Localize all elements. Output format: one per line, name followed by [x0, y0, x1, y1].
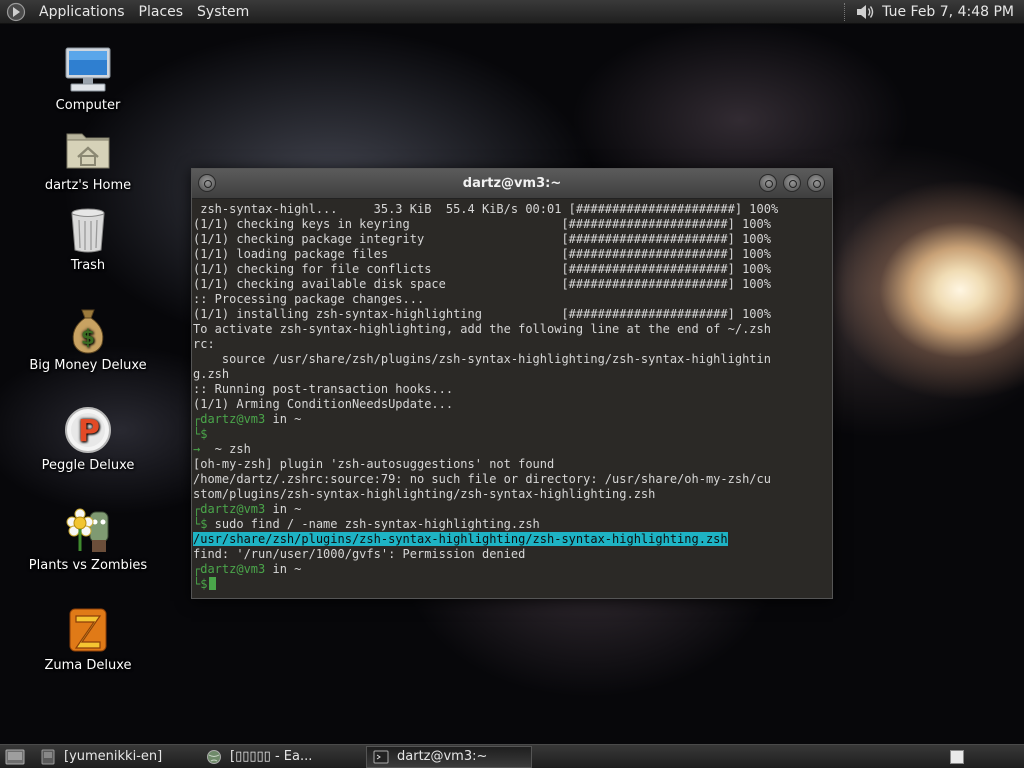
- terminal-line: ┌dartz@vm3 in ~: [193, 562, 832, 577]
- terminal-line: → ~ zsh: [193, 442, 832, 457]
- prompt-symbol: └$: [193, 577, 208, 591]
- taskbar-item-label: dartz@vm3:~: [397, 749, 488, 764]
- desktop-icon-home[interactable]: dartz's Home: [28, 126, 148, 193]
- terminal-line: rc:: [193, 337, 215, 351]
- home-folder-icon: [66, 133, 110, 169]
- panel-separator: [844, 2, 846, 21]
- terminal-line: (1/1) Arming ConditionNeedsUpdate...: [193, 397, 454, 411]
- terminal-line: [oh-my-zsh] plugin 'zsh-autosuggestions'…: [193, 457, 555, 471]
- money-bag-icon: $: [72, 309, 104, 354]
- desktop-icon-trash[interactable]: Trash: [28, 206, 148, 273]
- terminal-line: └$: [193, 427, 832, 442]
- terminal-line: (1/1) checking available disk space [###…: [193, 277, 771, 291]
- terminal-line: :: Running post-transaction hooks...: [193, 382, 454, 396]
- terminal-line: (1/1) checking for file conflicts [#####…: [193, 262, 771, 276]
- desktop-icon-label: Trash: [70, 258, 106, 273]
- terminal-window[interactable]: dartz@vm3:~ zsh-syntax-highl... 35.3 KiB…: [191, 168, 833, 599]
- terminal-line: stom/plugins/zsh-syntax-highlighting/zsh…: [193, 487, 656, 501]
- zuma-icon: [69, 608, 107, 652]
- terminal-line: /home/dartz/.zshrc:source:79: no such fi…: [193, 472, 771, 486]
- terminal-line: zsh-syntax-highl... 35.3 KiB 55.4 KiB/s …: [193, 202, 779, 216]
- distro-logo-icon[interactable]: [6, 2, 26, 22]
- selected-text[interactable]: /usr/share/zsh/plugins/zsh-syntax-highli…: [193, 532, 728, 546]
- prompt-user-host: ┌dartz@vm3: [193, 412, 266, 426]
- prompt-location: in ~: [265, 502, 302, 516]
- volume-icon[interactable]: [854, 2, 876, 22]
- terminal-line: └$ sudo find / -name zsh-syntax-highligh…: [193, 517, 832, 532]
- prompt-location: in ~: [265, 562, 302, 576]
- svg-text:P: P: [78, 414, 100, 449]
- bottom-panel: [yumenikki-en] [▯▯▯▯▯ - Ea... dartz@vm3:…: [0, 744, 1024, 768]
- close-button[interactable]: [807, 174, 825, 192]
- trash-icon: [71, 208, 105, 253]
- terminal-line: :: Processing package changes...: [193, 292, 425, 306]
- prompt-user-host: ┌dartz@vm3: [193, 502, 266, 516]
- app-icon: [41, 749, 55, 764]
- terminal-icon: [373, 750, 389, 763]
- applications-menu[interactable]: Applications: [32, 4, 132, 20]
- desktop-icon-label: Big Money Deluxe: [29, 358, 147, 373]
- window-menu-button[interactable]: [198, 174, 216, 192]
- terminal-line: └$: [193, 577, 832, 592]
- desktop-icon-computer[interactable]: Computer: [28, 46, 148, 113]
- plants-vs-zombies-icon: [66, 508, 109, 552]
- prompt-symbol: └$: [193, 427, 208, 441]
- taskbar-item-label: [▯▯▯▯▯ - Ea...: [230, 749, 313, 764]
- svg-text:$: $: [81, 325, 95, 349]
- terminal-line: ┌dartz@vm3 in ~: [193, 412, 832, 427]
- desktop-icon-peggle-deluxe[interactable]: P Peggle Deluxe: [28, 406, 148, 473]
- command-input: sudo find / -name zsh-syntax-highlightin…: [207, 517, 540, 531]
- system-menu[interactable]: System: [190, 4, 256, 20]
- places-menu[interactable]: Places: [132, 4, 191, 20]
- taskbar-item-yumenikki[interactable]: [yumenikki-en]: [34, 746, 200, 768]
- clock[interactable]: Tue Feb 7, 4:48 PM: [876, 4, 1024, 20]
- desktop-icon-label: Peggle Deluxe: [41, 458, 135, 473]
- globe-icon: [207, 749, 221, 764]
- top-panel: Applications Places System Tue Feb 7, 4:…: [0, 0, 1024, 24]
- prompt-symbol: └$: [193, 517, 208, 531]
- text-cursor: [209, 577, 217, 590]
- desktop-icon-plants-vs-zombies[interactable]: Plants vs Zombies: [28, 506, 148, 573]
- terminal-output[interactable]: zsh-syntax-highl... 35.3 KiB 55.4 KiB/s …: [192, 199, 832, 598]
- terminal-title: dartz@vm3:~: [462, 176, 562, 191]
- taskbar-item-ea[interactable]: [▯▯▯▯▯ - Ea...: [200, 746, 366, 768]
- desktop-icon-label: Zuma Deluxe: [44, 658, 132, 673]
- desktop-icon-label: Computer: [55, 98, 121, 113]
- desktop-icon-label: dartz's Home: [44, 178, 132, 193]
- terminal-line: /usr/share/zsh/plugins/zsh-syntax-highli…: [193, 532, 832, 547]
- workspace-switcher[interactable]: [950, 749, 964, 764]
- maximize-button[interactable]: [783, 174, 801, 192]
- terminal-line: find: '/run/user/1000/gvfs': Permission …: [193, 547, 526, 561]
- desktop-icon-big-money-deluxe[interactable]: $ Big Money Deluxe: [28, 306, 148, 373]
- terminal-line: (1/1) checking package integrity [######…: [193, 232, 771, 246]
- prompt-location: in ~: [265, 412, 302, 426]
- show-desktop-icon[interactable]: [4, 747, 26, 767]
- terminal-titlebar[interactable]: dartz@vm3:~: [192, 169, 832, 199]
- peggle-icon: P: [65, 407, 111, 453]
- taskbar-item-label: [yumenikki-en]: [64, 749, 163, 764]
- desktop-icon-label: Plants vs Zombies: [28, 558, 148, 573]
- terminal-line: ┌dartz@vm3 in ~: [193, 502, 832, 517]
- terminal-line: To activate zsh-syntax-highlighting, add…: [193, 322, 771, 336]
- terminal-line: source /usr/share/zsh/plugins/zsh-syntax…: [193, 352, 771, 366]
- desktop-icon-zuma-deluxe[interactable]: Zuma Deluxe: [28, 606, 148, 673]
- terminal-text: ~ zsh: [200, 442, 251, 456]
- terminal-line: (1/1) loading package files [###########…: [193, 247, 771, 261]
- terminal-line: (1/1) checking keys in keyring [########…: [193, 217, 771, 231]
- taskbar-item-terminal[interactable]: dartz@vm3:~: [366, 745, 532, 768]
- minimize-button[interactable]: [759, 174, 777, 192]
- terminal-line: (1/1) installing zsh-syntax-highlighting…: [193, 307, 771, 321]
- computer-icon: [65, 47, 111, 92]
- prompt-user-host: ┌dartz@vm3: [193, 562, 266, 576]
- terminal-line: g.zsh: [193, 367, 230, 381]
